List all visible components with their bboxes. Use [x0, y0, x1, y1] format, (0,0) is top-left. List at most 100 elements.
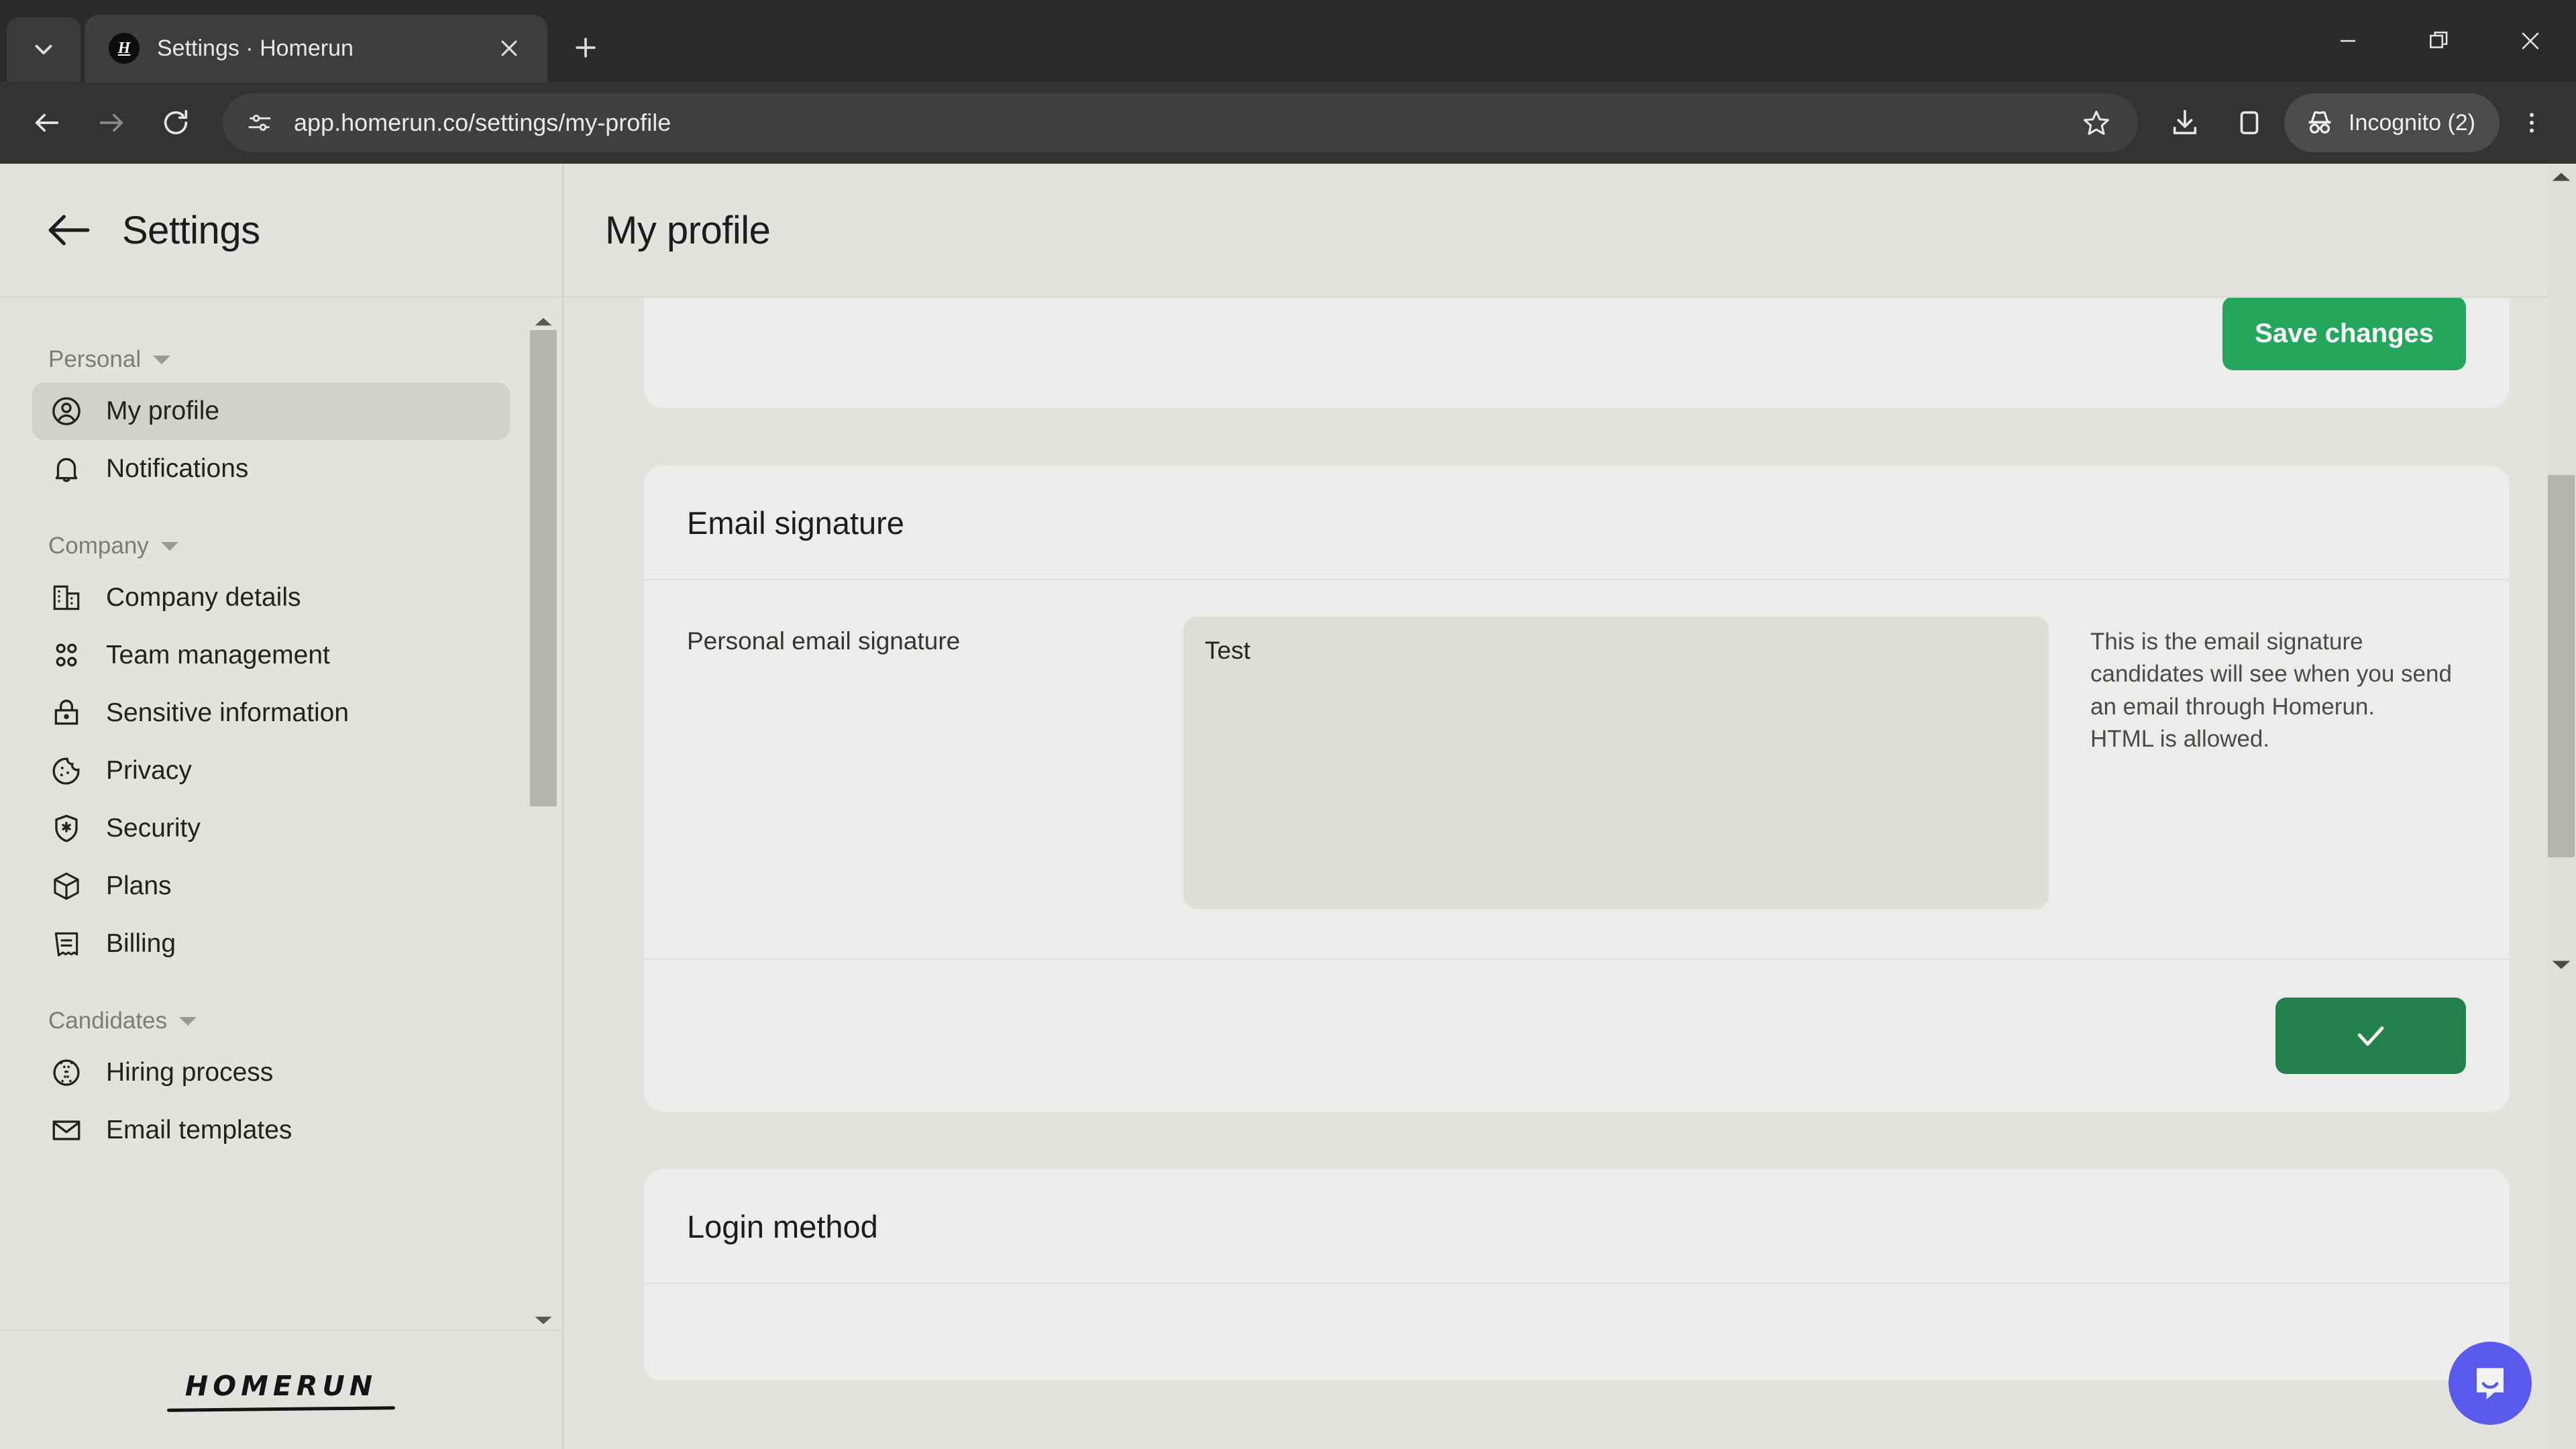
login-method-row [644, 1284, 2509, 1382]
maximize-button[interactable] [2394, 0, 2485, 82]
chat-bubble-icon [2477, 1368, 2504, 1399]
chevron-down-icon [153, 355, 171, 364]
sidebar-item-label: Hiring process [106, 1058, 274, 1087]
close-icon [501, 40, 517, 56]
incognito-profile-button[interactable]: Incognito (2) [2284, 93, 2500, 152]
site-settings-button[interactable] [243, 106, 276, 140]
new-tab-button[interactable] [561, 23, 610, 72]
sidebar-item-label: Security [106, 814, 201, 843]
envelope-icon [50, 1114, 83, 1147]
incognito-hat-icon [2308, 111, 2331, 134]
personal-email-signature-textarea[interactable]: Test [1183, 616, 2049, 909]
main-content: Email address 5a2859ed@moodjoy.com Save … [564, 164, 2576, 1449]
email-signature-card-actions [644, 960, 2509, 1112]
nav-group-candidates[interactable]: Candidates [0, 1008, 562, 1044]
sidebar-item-my-profile[interactable]: My profile [32, 382, 510, 440]
chevron-down-icon [160, 541, 178, 551]
scroll-up-arrow-icon[interactable] [530, 313, 557, 330]
sidebar-item-team-management[interactable]: Team management [32, 627, 510, 684]
sidebar-item-label: Plans [106, 871, 172, 900]
nav-group-personal[interactable]: Personal [0, 346, 562, 382]
settings-content: Email address 5a2859ed@moodjoy.com Save … [564, 298, 2576, 1449]
signature-confirm-button[interactable] [2275, 998, 2466, 1074]
account-card: Email address 5a2859ed@moodjoy.com Save … [644, 298, 2509, 408]
personal-email-signature-row: Personal email signature Test This is th… [644, 580, 2509, 960]
nav-group-label: Personal [48, 346, 142, 372]
browser-tab[interactable]: H Settings · Homerun [85, 15, 547, 82]
main-scroll-thumb[interactable] [2548, 475, 2575, 857]
people-icon [50, 639, 83, 672]
sidebar-item-label: Email templates [106, 1116, 292, 1144]
sidebar-scroll-track[interactable] [530, 330, 557, 1312]
tab-close-button[interactable] [491, 30, 527, 66]
sidebar-item-plans[interactable]: Plans [32, 857, 510, 915]
reload-button[interactable] [146, 93, 205, 152]
sidebar-item-label: My profile [106, 396, 220, 425]
address-bar[interactable]: app.homerun.co/settings/my-profile [223, 93, 2138, 152]
sidebar-item-label: Billing [106, 929, 176, 958]
browser-menu-button[interactable] [2505, 93, 2559, 152]
personal-email-signature-control: Test [1183, 616, 2049, 909]
favicon-letter: H [117, 40, 131, 57]
homerun-logo: HOMERUN [166, 1369, 396, 1412]
sidebar-item-label: Privacy [106, 756, 192, 785]
minimize-button[interactable] [2302, 0, 2394, 82]
window-controls [2302, 0, 2576, 82]
email-signature-help: This is the email signature candidates w… [2049, 616, 2466, 909]
close-icon [2522, 32, 2539, 50]
kebab-menu-icon [2530, 113, 2534, 133]
minimize-icon [2340, 40, 2356, 42]
cookie-icon [50, 754, 83, 788]
sidebar-item-label: Sensitive information [106, 698, 350, 727]
sidebar-scroll-thumb[interactable] [530, 330, 557, 806]
shield-star-icon [50, 812, 83, 845]
settings-back-button[interactable] [44, 205, 94, 255]
personal-email-signature-label: Personal email signature [687, 627, 961, 655]
save-changes-button[interactable]: Save changes [2222, 298, 2466, 370]
sidebar-item-email-templates[interactable]: Email templates [32, 1102, 510, 1159]
forward-button[interactable] [82, 93, 141, 152]
homerun-logo-text: HOMERUN [184, 1369, 378, 1402]
browser-window: H Settings · Homerun app.homerun.co/sett… [0, 0, 2576, 1449]
sidebar-scrollbar[interactable] [530, 313, 557, 1330]
main-header: My profile [564, 164, 2576, 298]
settings-content-inner: Email address 5a2859ed@moodjoy.com Save … [644, 298, 2509, 1382]
intercom-launcher-button[interactable] [2449, 1342, 2532, 1425]
login-method-heading: Login method [644, 1169, 2509, 1284]
tab-strip: H Settings · Homerun [0, 0, 2576, 82]
main-scrollbar[interactable] [2546, 164, 2576, 1449]
sidebar-item-security[interactable]: Security [32, 800, 510, 857]
logo-underline [166, 1405, 396, 1412]
restore-icon [2430, 32, 2448, 48]
incognito-label: Incognito (2) [2349, 109, 2475, 136]
nav-group-label: Company [48, 533, 149, 559]
chevron-down-icon [35, 44, 52, 55]
sidebar-item-sensitive-information[interactable]: Sensitive information [32, 684, 510, 742]
bookmark-button[interactable] [2072, 99, 2121, 147]
main-scroll-down-arrow-icon[interactable] [2546, 955, 2576, 975]
sidebar-nav-scroll: Personal My profile Notifications Compan… [0, 298, 562, 1330]
sidebar-item-company-details[interactable]: Company details [32, 569, 510, 627]
url-text: app.homerun.co/settings/my-profile [294, 109, 672, 136]
downloads-button[interactable] [2155, 93, 2214, 152]
sidebar-item-notifications[interactable]: Notifications [32, 440, 510, 498]
tab-search-button[interactable] [7, 17, 80, 82]
back-button[interactable] [17, 93, 76, 152]
back-icon [35, 113, 59, 132]
main-scroll-up-arrow-icon[interactable] [2546, 166, 2576, 186]
bell-icon [50, 452, 83, 486]
side-panel-button[interactable] [2220, 93, 2279, 152]
check-icon [2357, 1026, 2384, 1046]
sidebar-item-privacy[interactable]: Privacy [32, 742, 510, 800]
nav-group-company[interactable]: Company [0, 533, 562, 569]
sidebar-header: Settings [0, 164, 562, 298]
box-icon [50, 869, 83, 903]
sidebar-item-label: Company details [106, 583, 301, 612]
sidebar-item-hiring-process[interactable]: Hiring process [32, 1044, 510, 1102]
close-window-button[interactable] [2485, 0, 2576, 82]
email-signature-heading: Email signature [644, 466, 2509, 580]
sidebar-item-billing[interactable]: Billing [32, 915, 510, 973]
scroll-down-arrow-icon[interactable] [530, 1312, 557, 1330]
